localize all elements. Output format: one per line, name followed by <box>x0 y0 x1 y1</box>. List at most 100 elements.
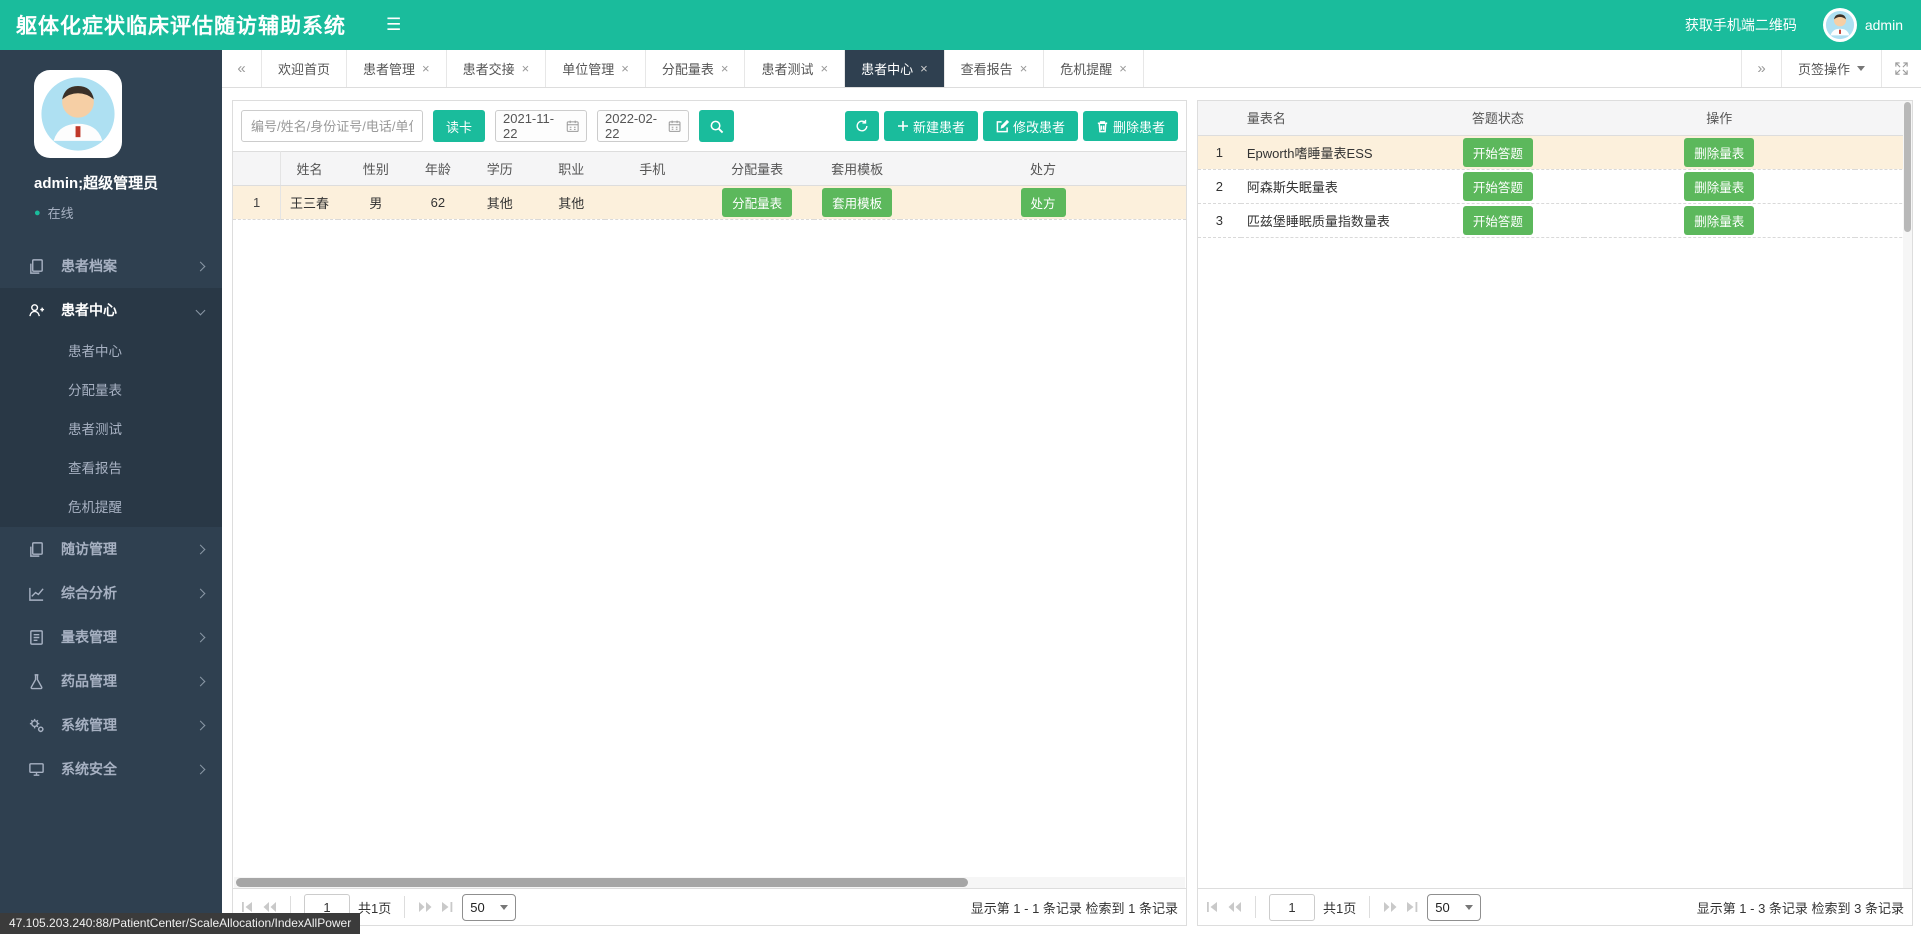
scale-name: Epworth嗜睡量表ESS <box>1241 135 1412 169</box>
tab-actions-dropdown[interactable]: 页签操作 <box>1781 50 1881 87</box>
fullscreen-button[interactable] <box>1881 50 1921 87</box>
scale-name: 匹兹堡睡眠质量指数量表 <box>1241 203 1412 237</box>
patient-search-input[interactable] <box>241 110 423 142</box>
sidebar-item-scale-management[interactable]: 量表管理 <box>0 615 222 659</box>
pager-prev-button[interactable] <box>262 901 277 913</box>
read-card-button[interactable]: 读卡 <box>433 110 485 142</box>
date-from-input[interactable]: 2021-11-22 <box>495 110 587 142</box>
tab-unit-management[interactable]: 单位管理 × <box>546 50 646 87</box>
tab-bar-right-controls: » 页签操作 <box>1741 50 1921 87</box>
sidebar-item-comprehensive-analysis[interactable]: 综合分析 <box>0 571 222 615</box>
tab-welcome[interactable]: 欢迎首页 <box>262 50 347 87</box>
sidebar-subitem-patient-test[interactable]: 患者测试 <box>0 410 222 449</box>
delete-patient-button[interactable]: 删除患者 <box>1083 111 1178 141</box>
sidebar-subitem-assign-scale[interactable]: 分配量表 <box>0 371 222 410</box>
file-text-icon <box>28 629 45 646</box>
tab-close-icon[interactable]: × <box>522 62 530 75</box>
tab-patient-center[interactable]: 患者中心 × <box>845 50 945 87</box>
chevron-right-icon <box>196 632 206 642</box>
user-avatar[interactable] <box>1823 8 1857 42</box>
tab-close-icon[interactable]: × <box>621 62 629 75</box>
start-answer-button[interactable]: 开始答题 <box>1463 138 1533 167</box>
page-prev-icon <box>1227 901 1242 913</box>
sidebar-subitem-view-report[interactable]: 查看报告 <box>0 449 222 488</box>
page-last-icon <box>1406 901 1419 913</box>
delete-scale-button[interactable]: 删除量表 <box>1684 138 1754 167</box>
apply-template-button[interactable]: 套用模板 <box>822 188 892 217</box>
horizontal-scrollbar[interactable] <box>234 877 1185 888</box>
scale-table-row[interactable]: 3 匹兹堡睡眠质量指数量表 开始答题 删除量表 <box>1198 203 1912 237</box>
tabs-scroll-left-button[interactable]: « <box>222 50 262 87</box>
header-right: 获取手机端二维码 admin <box>1685 8 1921 42</box>
scrollbar-thumb[interactable] <box>236 878 968 887</box>
tab-assign-scale[interactable]: 分配量表 × <box>646 50 746 87</box>
sidebar-subitem-patient-center[interactable]: 患者中心 <box>0 332 222 371</box>
patient-panel: 读卡 2021-11-22 2022-02-22 <box>232 100 1187 926</box>
tab-close-icon[interactable]: × <box>920 62 928 75</box>
search-button[interactable] <box>699 110 734 142</box>
pager-prev-button[interactable] <box>1227 901 1242 913</box>
tab-close-icon[interactable]: × <box>1119 62 1127 75</box>
scale-table-row[interactable]: 2 阿森斯失眠量表 开始答题 删除量表 <box>1198 169 1912 203</box>
page-size-select[interactable]: 50 <box>462 894 516 921</box>
page-first-icon <box>241 901 254 913</box>
scrollbar-thumb[interactable] <box>1904 102 1911 232</box>
col-education: 学历 <box>462 152 538 186</box>
tab-patient-management[interactable]: 患者管理 × <box>347 50 447 87</box>
start-answer-button[interactable]: 开始答题 <box>1463 172 1533 201</box>
tabs-scroll-right-button[interactable]: » <box>1741 50 1781 87</box>
page-last-icon <box>441 901 454 913</box>
patient-name: 王三春 <box>281 186 338 220</box>
tab-close-icon[interactable]: × <box>721 62 729 75</box>
pager-last-button[interactable] <box>1406 901 1419 913</box>
tab-crisis-alert[interactable]: 危机提醒 × <box>1044 50 1144 87</box>
sidebar-item-patient-center[interactable]: 患者中心 <box>0 288 222 332</box>
pager-first-button[interactable] <box>241 901 254 913</box>
patient-toolbar: 读卡 2021-11-22 2022-02-22 <box>233 101 1186 151</box>
tab-close-icon[interactable]: × <box>1020 62 1028 75</box>
date-to-input[interactable]: 2022-02-22 <box>597 110 689 142</box>
user-avatar-large[interactable] <box>34 70 122 158</box>
sidebar-item-drug-management[interactable]: 药品管理 <box>0 659 222 703</box>
patient-education: 其他 <box>462 186 538 220</box>
chevron-down-icon <box>196 305 206 315</box>
start-answer-button[interactable]: 开始答题 <box>1463 206 1533 235</box>
pager-next-button[interactable] <box>418 901 433 913</box>
pager-first-button[interactable] <box>1206 901 1219 913</box>
sidebar-item-system-management[interactable]: 系统管理 <box>0 703 222 747</box>
sidebar-subitem-crisis-alert[interactable]: 危机提醒 <box>0 488 222 527</box>
pager-last-button[interactable] <box>441 901 454 913</box>
tab-patient-handover[interactable]: 患者交接 × <box>447 50 547 87</box>
col-assign-scale: 分配量表 <box>700 152 814 186</box>
page-size-select[interactable]: 50 <box>1427 894 1481 921</box>
scale-table-row[interactable]: 1 Epworth嗜睡量表ESS 开始答题 删除量表 <box>1198 135 1912 169</box>
sidebar-item-followup-management[interactable]: 随访管理 <box>0 527 222 571</box>
delete-scale-button[interactable]: 删除量表 <box>1684 206 1754 235</box>
assign-scale-button[interactable]: 分配量表 <box>722 188 792 217</box>
username-label[interactable]: admin <box>1865 17 1903 33</box>
new-patient-button[interactable]: 新建患者 <box>884 111 978 141</box>
caret-down-icon <box>1465 905 1473 910</box>
sidebar-item-system-security[interactable]: 系统安全 <box>0 747 222 791</box>
prescription-button[interactable]: 处方 <box>1021 188 1066 217</box>
patient-table-row[interactable]: 1 王三春 男 62 其他 其他 分配量表 套用模板 处方 <box>233 186 1186 220</box>
files-icon <box>28 258 45 275</box>
tab-close-icon[interactable]: × <box>422 62 430 75</box>
get-qr-code-link[interactable]: 获取手机端二维码 <box>1685 15 1797 35</box>
pager-divider <box>1369 896 1370 918</box>
tab-close-icon[interactable]: × <box>820 62 828 75</box>
refresh-button[interactable] <box>845 111 879 141</box>
sidebar-submenu: 患者中心 分配量表 患者测试 查看报告 危机提醒 <box>0 332 222 527</box>
tab-patient-test[interactable]: 患者测试 × <box>745 50 845 87</box>
pager-next-button[interactable] <box>1383 901 1398 913</box>
line-chart-icon <box>28 585 45 602</box>
page-number-input[interactable] <box>1269 894 1315 921</box>
gears-icon <box>28 717 45 734</box>
vertical-scrollbar[interactable] <box>1903 101 1912 888</box>
tab-view-report[interactable]: 查看报告 × <box>945 50 1045 87</box>
caret-down-icon <box>1857 66 1865 71</box>
hamburger-menu-icon[interactable]: ☰ <box>386 15 401 35</box>
delete-scale-button[interactable]: 删除量表 <box>1684 172 1754 201</box>
edit-patient-button[interactable]: 修改患者 <box>983 111 1078 141</box>
sidebar-item-patient-archive[interactable]: 患者档案 <box>0 244 222 288</box>
